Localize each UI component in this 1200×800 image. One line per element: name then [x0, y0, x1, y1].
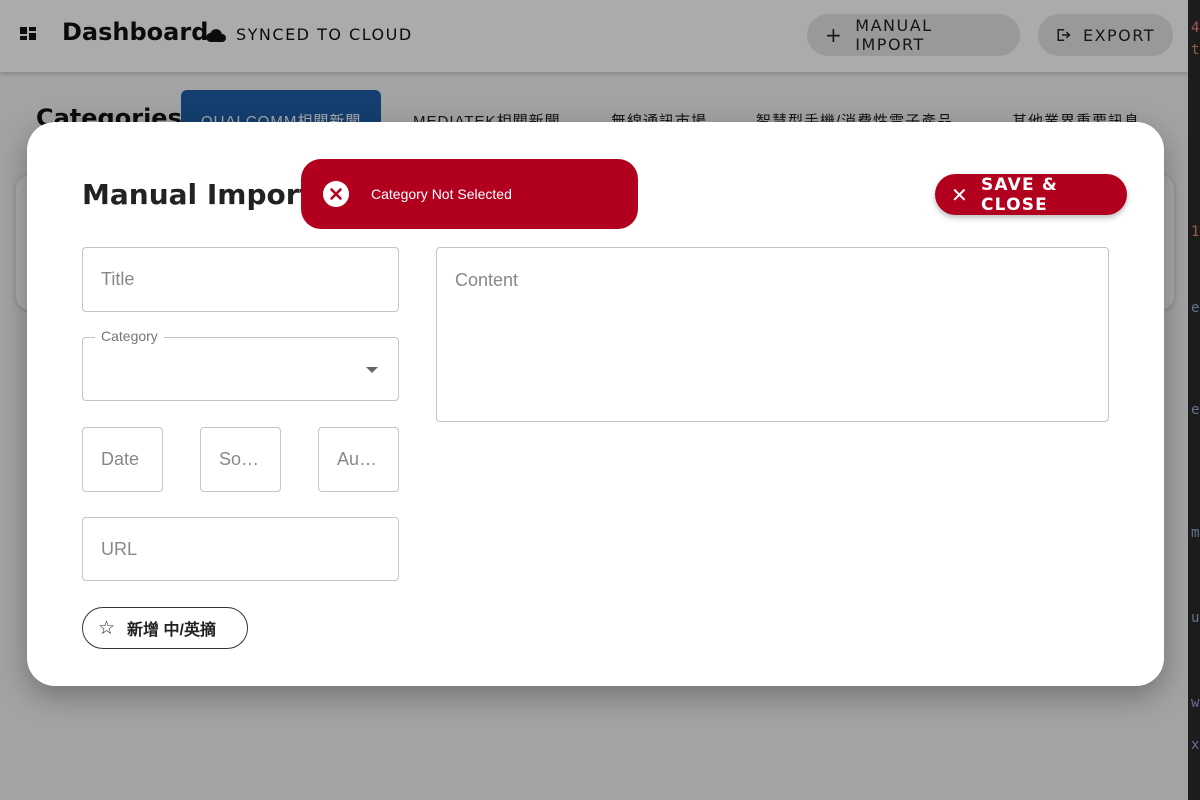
author-field[interactable]: Au…	[318, 427, 399, 492]
category-label: Category	[95, 328, 164, 344]
error-toast: Category Not Selected	[301, 159, 638, 229]
content-placeholder: Content	[455, 270, 519, 290]
star-icon: ☆	[98, 617, 116, 639]
author-placeholder: Au…	[337, 449, 378, 469]
url-field[interactable]: URL	[82, 517, 399, 581]
dropdown-caret-icon	[366, 367, 378, 373]
source-placeholder: So…	[219, 449, 260, 469]
close-icon: ✕	[951, 182, 969, 207]
category-select[interactable]: Category	[82, 328, 399, 401]
manual-import-dialog: Manual Import Category Not Selected ✕ SA…	[27, 122, 1164, 686]
date-placeholder: Date	[101, 449, 140, 469]
date-field[interactable]: Date	[82, 427, 163, 492]
save-close-button[interactable]: ✕ SAVE & CLOSE	[935, 174, 1127, 215]
add-summary-button[interactable]: ☆ 新增 中/英摘	[82, 607, 248, 649]
error-message: Category Not Selected	[371, 186, 512, 202]
source-field[interactable]: So…	[200, 427, 281, 492]
save-close-label: SAVE & CLOSE	[980, 174, 1058, 215]
title-placeholder: Title	[101, 269, 135, 289]
title-field[interactable]: Title	[82, 247, 399, 312]
url-placeholder: URL	[101, 539, 138, 559]
dialog-title: Manual Import	[82, 178, 313, 211]
error-icon[interactable]	[322, 180, 350, 208]
content-textarea[interactable]: Content	[436, 247, 1109, 422]
add-summary-label: 新增 中/英摘	[127, 622, 216, 639]
